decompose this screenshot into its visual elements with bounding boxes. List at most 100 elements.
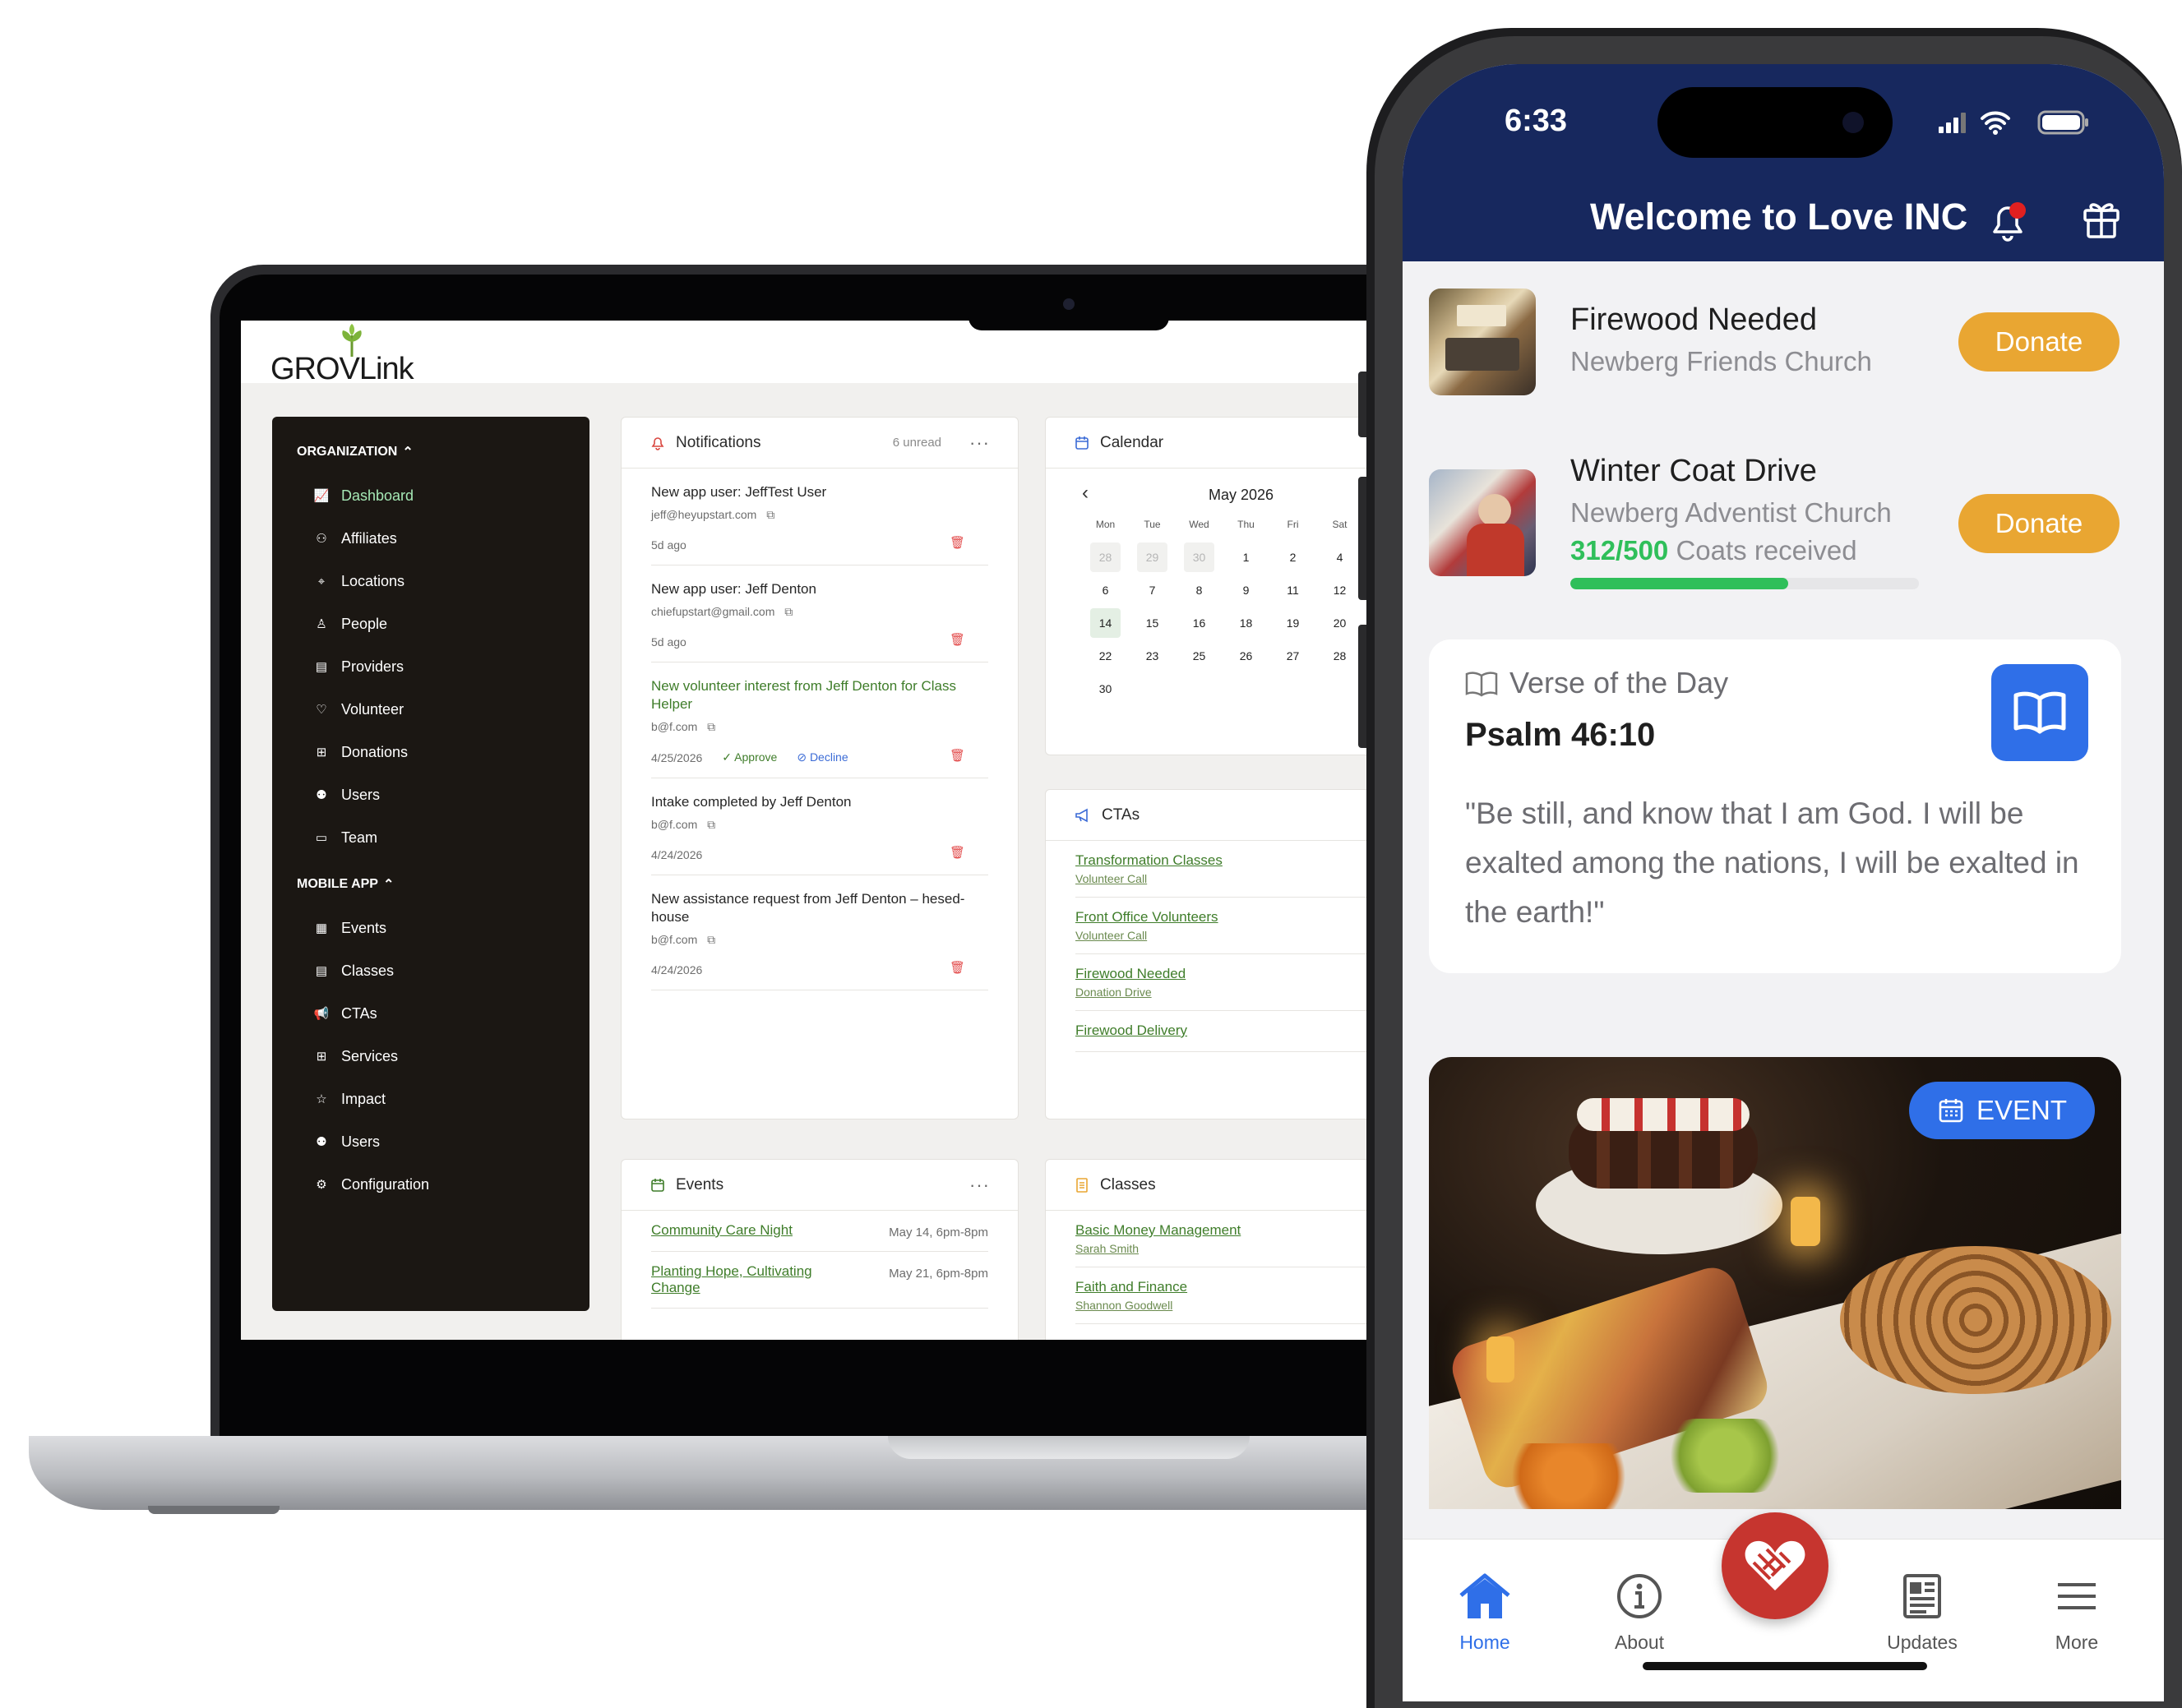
more-options-icon[interactable]: ··· bbox=[969, 1175, 990, 1196]
calendar-day[interactable]: 2 bbox=[1269, 542, 1316, 572]
cta-row-link[interactable]: Firewood Delivery bbox=[1075, 1022, 1187, 1038]
donate-button[interactable]: Donate bbox=[1958, 494, 2120, 553]
cta-row-link[interactable]: Transformation Classes bbox=[1075, 852, 1223, 868]
calendar-day[interactable]: 12 bbox=[1316, 575, 1363, 605]
notification-item[interactable]: New volunteer interest from Jeff Denton … bbox=[651, 662, 988, 778]
sidebar-item-impact[interactable]: ☆ Impact bbox=[272, 1078, 589, 1120]
sidebar-item-dashboard[interactable]: 📈 Dashboard bbox=[272, 474, 589, 517]
class-row-subtitle[interactable]: Sarah Smith bbox=[1075, 1242, 1241, 1255]
donate-button[interactable]: Donate bbox=[1958, 312, 2120, 372]
event-card-image[interactable]: EVENT bbox=[1429, 1057, 2121, 1509]
notification-item[interactable]: New app user: JeffTest User jeff@heyupst… bbox=[651, 469, 988, 565]
copy-icon[interactable]: ⧉ bbox=[707, 720, 715, 733]
calendar-day[interactable]: 16 bbox=[1176, 608, 1223, 638]
trash-icon[interactable]: 🗑 bbox=[950, 748, 965, 763]
calendar-day[interactable]: 1 bbox=[1223, 542, 1269, 572]
more-options-icon[interactable]: ··· bbox=[969, 432, 990, 454]
chevron-left-icon[interactable]: ‹ bbox=[1082, 482, 1089, 505]
notification-item[interactable]: New assistance request from Jeff Denton … bbox=[651, 875, 988, 990]
notification-meta: 5d ago bbox=[651, 538, 988, 552]
calendar-day[interactable]: 29 bbox=[1137, 542, 1167, 572]
calendar-day[interactable]: 30 bbox=[1082, 674, 1129, 704]
notification-item[interactable]: New app user: Jeff Denton chiefupstart@g… bbox=[651, 565, 988, 662]
calendar-day[interactable]: 30 bbox=[1184, 542, 1214, 572]
class-row-link[interactable]: Faith and Finance bbox=[1075, 1279, 1187, 1295]
copy-icon[interactable]: ⧉ bbox=[707, 933, 715, 946]
event-row-date: May 14, 6pm-8pm bbox=[889, 1226, 988, 1239]
calendar-day[interactable]: 26 bbox=[1223, 641, 1269, 671]
class-row-subtitle[interactable]: Shannon Goodwell bbox=[1075, 1299, 1187, 1312]
feed-item-1[interactable]: Firewood Needed Newberg Friends Church bbox=[1570, 302, 1872, 377]
open-bible-button[interactable] bbox=[1991, 664, 2088, 761]
calendar-day[interactable]: 8 bbox=[1176, 575, 1223, 605]
feed-item-2[interactable]: Winter Coat Drive Newberg Adventist Chur… bbox=[1570, 454, 1919, 589]
sidebar-item-people[interactable]: ♙ People bbox=[272, 602, 589, 645]
calendar-day[interactable]: 9 bbox=[1223, 575, 1269, 605]
calendar-day[interactable]: 11 bbox=[1269, 575, 1316, 605]
give-button[interactable] bbox=[1722, 1512, 1828, 1619]
event-row-link[interactable]: Community Care Night bbox=[651, 1222, 793, 1238]
sidebar-item-users[interactable]: ⚉ Users bbox=[272, 773, 589, 816]
calendar-day[interactable]: 25 bbox=[1176, 641, 1223, 671]
tab-home[interactable]: Home bbox=[1427, 1572, 1542, 1654]
cta-row-subtitle[interactable]: Volunteer Call bbox=[1075, 872, 1223, 885]
sidebar-item-volunteer[interactable]: ♡ Volunteer bbox=[272, 688, 589, 731]
approve-button[interactable]: ✓ Approve bbox=[722, 750, 777, 764]
calendar-day[interactable]: 28 bbox=[1090, 542, 1121, 572]
event-row[interactable]: Planting Hope, Cultivating Change May 21,… bbox=[651, 1252, 988, 1309]
calendar-day[interactable]: 19 bbox=[1269, 608, 1316, 638]
sidebar-item-donations[interactable]: ⊞ Donations bbox=[272, 731, 589, 773]
copy-icon[interactable]: ⧉ bbox=[766, 508, 774, 521]
notification-bell-icon[interactable] bbox=[1988, 199, 2031, 245]
sidebar-item-locations[interactable]: ⌖ Locations bbox=[272, 560, 589, 602]
cta-row-subtitle[interactable]: Donation Drive bbox=[1075, 986, 1186, 999]
calendar-day[interactable]: 6 bbox=[1082, 575, 1129, 605]
cta-row-link[interactable]: Firewood Needed bbox=[1075, 966, 1186, 981]
verse-of-the-day-card[interactable]: Verse of the Day Psalm 46:10 "Be still, … bbox=[1429, 639, 2121, 973]
app-logo[interactable]: GROVLink bbox=[270, 352, 414, 387]
trash-icon[interactable]: 🗑 bbox=[950, 535, 965, 550]
sidebar-item-team[interactable]: ▭ Team bbox=[272, 816, 589, 859]
calendar-day[interactable]: 22 bbox=[1082, 641, 1129, 671]
feed-image-firewood[interactable] bbox=[1429, 289, 1536, 395]
sidebar-item-ctas[interactable]: 📢 CTAs bbox=[272, 992, 589, 1035]
gift-icon[interactable] bbox=[2080, 196, 2123, 240]
trash-icon[interactable]: 🗑 bbox=[950, 632, 965, 647]
cta-row-link[interactable]: Front Office Volunteers bbox=[1075, 909, 1218, 925]
sidebar-item-affiliates[interactable]: ⚇ Affiliates bbox=[272, 517, 589, 560]
calendar-day[interactable]: 23 bbox=[1129, 641, 1176, 671]
trash-icon[interactable]: 🗑 bbox=[950, 845, 965, 860]
decline-button[interactable]: ⊘ Decline bbox=[797, 750, 848, 764]
event-badge[interactable]: EVENT bbox=[1909, 1082, 2095, 1139]
class-row-link[interactable]: Basic Money Management bbox=[1075, 1222, 1241, 1238]
calendar-day[interactable]: 27 bbox=[1269, 641, 1316, 671]
calendar-day[interactable]: 28 bbox=[1316, 641, 1363, 671]
tab-more[interactable]: More bbox=[2019, 1572, 2134, 1654]
sidebar-item-classes[interactable]: ▤ Classes bbox=[272, 949, 589, 992]
sidebar-item-users[interactable]: ⚉ Users bbox=[272, 1120, 589, 1163]
cta-row-text: Front Office Volunteers Volunteer Call bbox=[1075, 909, 1218, 942]
calendar-day[interactable]: 20 bbox=[1316, 608, 1363, 638]
calendar-day[interactable]: 14 bbox=[1090, 608, 1121, 638]
sidebar-section-organization[interactable]: ORGANIZATION ⌃ bbox=[297, 441, 589, 463]
feed-image-coat-drive[interactable] bbox=[1429, 469, 1536, 576]
notification-item[interactable]: Intake completed by Jeff Denton b@f.com … bbox=[651, 778, 988, 875]
calendar-day[interactable]: 4 bbox=[1316, 542, 1363, 572]
event-row-link[interactable]: Planting Hope, Cultivating Change bbox=[651, 1263, 812, 1295]
sidebar-section-mobile-app[interactable]: MOBILE APP ⌃ bbox=[297, 874, 589, 895]
grid-icon: ⊞ bbox=[316, 1050, 327, 1064]
tab-about[interactable]: About bbox=[1582, 1572, 1697, 1654]
calendar-day[interactable]: 15 bbox=[1129, 608, 1176, 638]
trash-icon[interactable]: 🗑 bbox=[950, 960, 965, 975]
event-row[interactable]: Community Care Night May 14, 6pm-8pm bbox=[651, 1211, 988, 1252]
sidebar-item-events[interactable]: ▦ Events bbox=[272, 907, 589, 949]
sidebar-item-services[interactable]: ⊞ Services bbox=[272, 1035, 589, 1078]
tab-updates[interactable]: Updates bbox=[1865, 1572, 1980, 1654]
calendar-day[interactable]: 18 bbox=[1223, 608, 1269, 638]
sidebar-item-providers[interactable]: ▤ Providers bbox=[272, 645, 589, 688]
cta-row-subtitle[interactable]: Volunteer Call bbox=[1075, 929, 1218, 942]
copy-icon[interactable]: ⧉ bbox=[707, 818, 715, 831]
sidebar-item-configuration[interactable]: ⚙ Configuration bbox=[272, 1163, 589, 1206]
calendar-day[interactable]: 7 bbox=[1129, 575, 1176, 605]
copy-icon[interactable]: ⧉ bbox=[784, 605, 793, 618]
